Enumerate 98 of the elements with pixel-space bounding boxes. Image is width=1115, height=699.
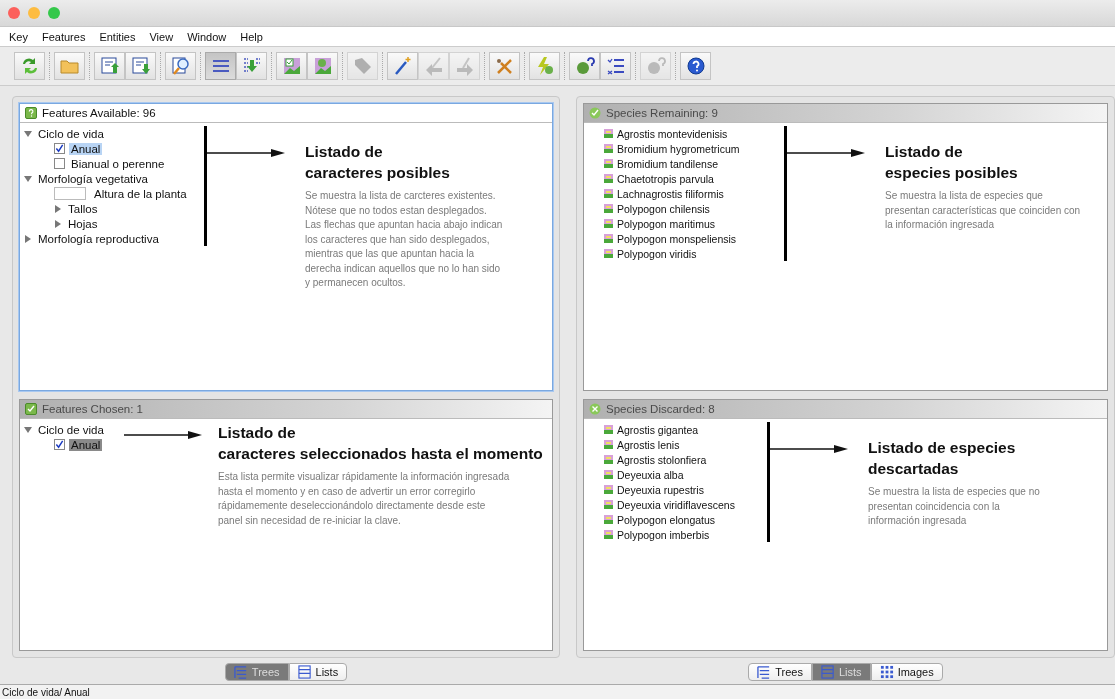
menu-item[interactable]: View bbox=[142, 30, 181, 43]
annotation-title: Listado de especies descartadas bbox=[868, 438, 1017, 480]
annotation-text: Se muestra la lista de carcteres existentes. Nótese que no todos estan desplegados. Las flechas que apuntan hacia abajo indican los caracteres que han sido desplegados, mientras que las que apuntan hacia la derecha indican aquellos que no lo han sido y permanecen ocultos. bbox=[305, 189, 503, 290]
species-item[interactable]: Polypogon chilensis bbox=[617, 202, 710, 215]
menu-item[interactable]: Features bbox=[34, 30, 93, 43]
picture-icon bbox=[604, 159, 613, 168]
picture-icon bbox=[604, 144, 613, 153]
panel-title: Features Chosen: 1 bbox=[42, 403, 143, 416]
check-circle-icon bbox=[589, 107, 601, 119]
species-item[interactable]: Polypogon monspeliensis bbox=[617, 232, 737, 245]
toolbar-button[interactable] bbox=[387, 52, 418, 80]
import-icon bbox=[129, 55, 152, 77]
annotation-text: Se muestra la lista de especies que no presentan coincidencia con la información ingresada bbox=[868, 485, 1040, 529]
annotation-title: Listado de caracteres seleccionados hasta el momento bbox=[218, 423, 543, 465]
picture-icon bbox=[604, 234, 613, 243]
tree-node[interactable]: Tallos bbox=[66, 202, 100, 215]
menu-item[interactable]: Key bbox=[2, 30, 35, 43]
picture-icon bbox=[604, 189, 613, 198]
tree-node[interactable]: Ciclo de vida bbox=[36, 127, 106, 140]
export-icon bbox=[98, 55, 121, 77]
species-item[interactable]: Deyeuxia viridiflavescens bbox=[617, 498, 735, 511]
toolbar-button[interactable] bbox=[205, 52, 236, 80]
toolbar-button[interactable] bbox=[14, 52, 45, 80]
picture-icon bbox=[604, 249, 613, 258]
picture-icon bbox=[604, 129, 613, 138]
picture-icon bbox=[604, 219, 613, 228]
collapsed-arrow-icon[interactable] bbox=[24, 234, 32, 243]
collapsed-arrow-icon[interactable] bbox=[54, 219, 62, 228]
annotation-title: Listado de caracteres posibles bbox=[305, 142, 451, 183]
tree-node[interactable]: Anual bbox=[69, 142, 103, 155]
tree-node[interactable]: Ciclo de vida bbox=[36, 423, 106, 436]
toolbar-button[interactable] bbox=[236, 52, 267, 80]
tree-node[interactable]: Bianual o perenne bbox=[69, 157, 167, 170]
species-item[interactable]: Bromidium hygrometricum bbox=[617, 142, 740, 155]
picture-icon bbox=[604, 425, 613, 435]
checkbox-icon bbox=[25, 403, 37, 416]
expanded-arrow-icon[interactable] bbox=[24, 425, 32, 434]
species-item[interactable]: Agrostis gigantea bbox=[617, 423, 699, 436]
toolbar-button[interactable] bbox=[680, 52, 711, 80]
species-item[interactable]: Agrostis lenis bbox=[617, 438, 680, 451]
species-item[interactable]: Lachnagrostis filiformis bbox=[617, 187, 724, 200]
menu-item[interactable]: Window bbox=[180, 30, 234, 43]
species-item[interactable]: Polypogon maritimus bbox=[617, 217, 716, 230]
picture-icon bbox=[604, 455, 613, 465]
checkbox[interactable] bbox=[54, 158, 65, 169]
tree-node[interactable]: Altura de la planta bbox=[92, 187, 189, 200]
cross-circle-icon bbox=[589, 403, 601, 416]
tree-node[interactable]: Morfología vegetativa bbox=[36, 172, 150, 185]
annotation-text: Se muestra la lista de especies que presentan características que coinciden con la información ingresada bbox=[885, 189, 1081, 232]
annotation-text: Esta lista permite visualizar rápidamente la información ingresada hasta el momento y en caso de advertir un error corregirlo rápidamemente deseleccionándolo directamente desde este panel sin necesidad de re-iniciar la clave. bbox=[218, 470, 511, 528]
tree-node[interactable]: Morfología reproductiva bbox=[36, 232, 161, 245]
tree-icon bbox=[233, 665, 248, 679]
expanded-arrow-icon[interactable] bbox=[24, 129, 32, 138]
grid-icon bbox=[879, 665, 894, 679]
zoom-button[interactable] bbox=[48, 7, 60, 19]
picture-icon bbox=[604, 440, 613, 450]
panel-title: Features Available: 96 bbox=[42, 107, 156, 119]
toolbar-button[interactable] bbox=[569, 52, 600, 80]
toolbar-button[interactable] bbox=[600, 52, 631, 80]
picture-icon bbox=[604, 500, 613, 510]
list-icon bbox=[297, 665, 312, 679]
species-item[interactable]: Polypogon elongatus bbox=[617, 513, 716, 526]
tree-node[interactable]: Hojas bbox=[66, 217, 100, 230]
close-button[interactable] bbox=[8, 7, 20, 19]
picture-icon bbox=[604, 174, 613, 183]
species-item[interactable]: Agrostis stolonfiera bbox=[617, 453, 707, 466]
species-item[interactable]: Agrostis montevidenisis bbox=[617, 127, 728, 140]
value-field[interactable] bbox=[54, 187, 86, 200]
picture-icon bbox=[604, 485, 613, 495]
species-item[interactable]: Polypogon imberbis bbox=[617, 528, 710, 541]
view-tab[interactable]: Trees bbox=[748, 663, 812, 681]
species-item[interactable]: Polypogon viridis bbox=[617, 247, 697, 260]
list-icon bbox=[821, 665, 835, 679]
tree-icon bbox=[757, 665, 772, 679]
menu-item[interactable]: Entities bbox=[92, 30, 143, 43]
species-item[interactable]: Deyeuxia rupestris bbox=[617, 483, 704, 496]
species-item[interactable]: Deyeuxia alba bbox=[617, 468, 684, 481]
status-text: Ciclo de vida/ Anual bbox=[2, 686, 90, 698]
collapsed-arrow-icon[interactable] bbox=[54, 204, 62, 213]
help-icon bbox=[684, 55, 707, 77]
picture-icon bbox=[604, 470, 613, 480]
view-tab[interactable]: Lists bbox=[288, 663, 348, 681]
search-icon bbox=[169, 55, 192, 77]
picture-icon bbox=[604, 530, 613, 540]
panel-title: Species Remaining: 9 bbox=[606, 107, 718, 119]
checkbox[interactable] bbox=[54, 439, 65, 451]
annotation-title: Listado de especies posibles bbox=[885, 142, 1019, 183]
view-tab[interactable]: Images bbox=[870, 663, 943, 681]
picture-icon bbox=[604, 204, 613, 213]
picture-icon bbox=[604, 515, 613, 525]
expanded-arrow-icon[interactable] bbox=[24, 174, 32, 183]
panel-title: Species Discarded: 8 bbox=[606, 403, 715, 416]
species-item[interactable]: Bromidium tandilense bbox=[617, 157, 718, 170]
species-item[interactable]: Chaetotropis parvula bbox=[617, 172, 714, 185]
help-box-icon bbox=[25, 107, 37, 119]
toolbar-button[interactable] bbox=[165, 52, 196, 80]
menu-item[interactable]: Help bbox=[233, 30, 270, 43]
checkbox[interactable] bbox=[54, 143, 65, 154]
